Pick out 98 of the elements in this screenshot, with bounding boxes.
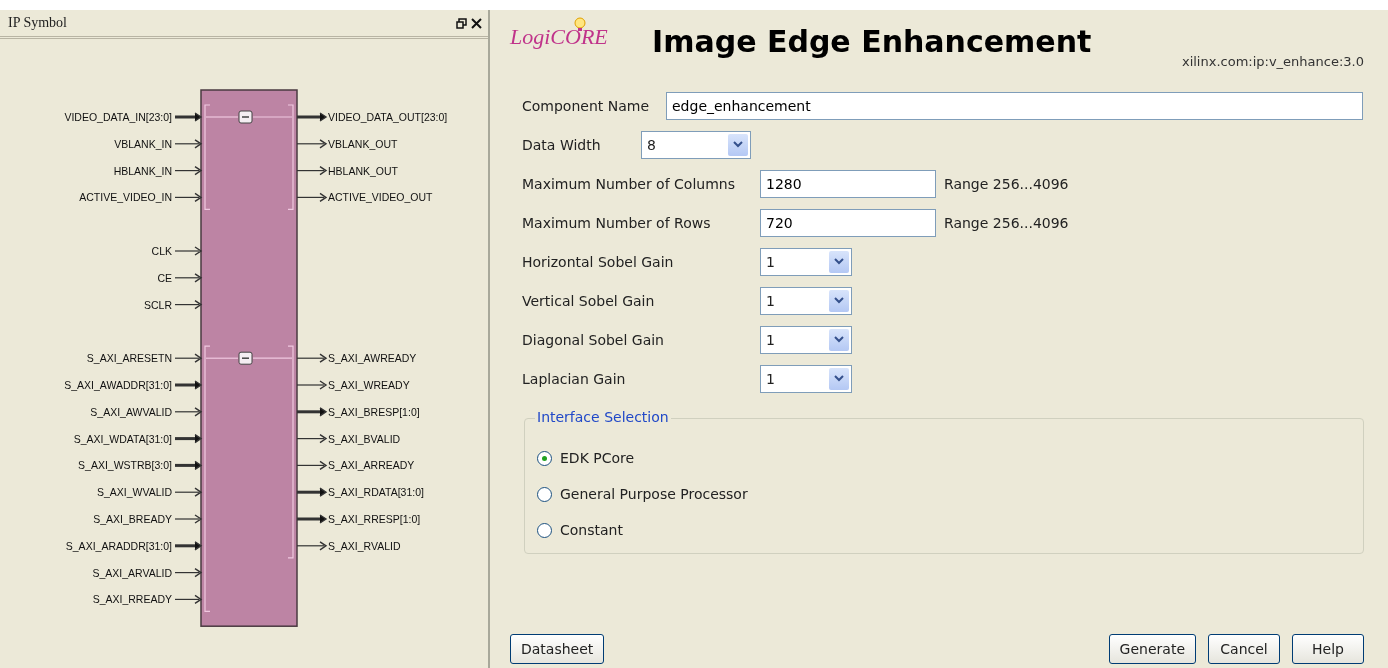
pin-label: S_AXI_AWREADY [328, 352, 417, 365]
input-field[interactable]: 1280 [760, 169, 936, 198]
pin-label: S_AXI_WREADY [328, 379, 410, 391]
group-title: Interface Selection [535, 409, 671, 425]
field-label: Diagonal Sobel Gain [522, 331, 665, 348]
field-label: Maximum Number of Rows [522, 214, 712, 231]
bus-arrow [297, 514, 328, 524]
pin-arrow [174, 139, 203, 149]
bus-arrow [175, 541, 203, 551]
pin-label: S_AXI_ARESETN [86, 352, 172, 365]
range-text: Range 256...4096 [944, 214, 1069, 231]
pin-label: ACTIVE_VIDEO_IN [79, 191, 172, 204]
pin-label: S_AXI_BRESP[1:0] [328, 405, 420, 418]
field-label: Laplacian Gain [522, 370, 627, 387]
pin-arrow [296, 380, 328, 390]
field-label: Maximum Number of Columns [522, 175, 736, 192]
pin-label: S_AXI_ARADDR[31:0] [65, 539, 172, 552]
pin-label: S_AXI_WDATA[31:0] [73, 432, 172, 445]
dropdown[interactable]: 8 [641, 130, 751, 159]
lightbulb-icon [572, 16, 588, 32]
pin-arrow [296, 541, 328, 551]
pin-arrow [296, 139, 328, 149]
pin-arrow [174, 487, 203, 497]
collapse-icon[interactable] [238, 351, 253, 365]
logo: LogiCORE [510, 24, 620, 50]
dialog-button[interactable]: Cancel [1208, 634, 1280, 664]
pin-label: S_AXI_AWVALID [90, 405, 172, 418]
component-name-field[interactable]: edge_enhancement [666, 91, 1363, 120]
pin-label: S_AXI_RVALID [328, 539, 401, 552]
bus-arrow [175, 112, 203, 122]
bus-arrow [175, 460, 203, 471]
radio-option[interactable]: EDK PCore [537, 447, 1351, 469]
pin-arrow [296, 433, 328, 444]
input-field[interactable]: 720 [760, 208, 936, 237]
dropdown-chevron-icon [834, 258, 844, 265]
pin-arrow [174, 594, 203, 605]
pin-label: S_AXI_RREADY [92, 593, 172, 606]
pin-arrow [174, 246, 203, 256]
bus-arrow [297, 487, 328, 497]
dropdown-chevron-icon [733, 141, 743, 148]
pin-label: S_AXI_WSTRB[3:0] [78, 459, 172, 472]
pin-label: VBLANK_OUT [328, 137, 398, 150]
pin-label: S_AXI_ARREADY [328, 459, 415, 472]
pin-label: SCLR [144, 298, 172, 311]
bus-arrow [175, 380, 203, 390]
pin-label: VIDEO_DATA_IN[23:0] [64, 111, 172, 123]
close-icon[interactable] [471, 17, 482, 29]
bus-arrow [175, 433, 203, 444]
pin-label: S_AXI_WVALID [96, 486, 172, 499]
dropdown[interactable]: 1 [760, 325, 852, 354]
dropdown-chevron-icon [834, 336, 844, 343]
field-label: Vertical Sobel Gain [522, 292, 656, 309]
bus-arrow [297, 112, 328, 122]
field-label: Horizontal Sobel Gain [522, 253, 675, 270]
radio-option[interactable]: General Purpose Processor [537, 483, 1351, 505]
pin-arrow [296, 192, 328, 203]
pin-label: HBLANK_IN [113, 164, 172, 177]
pin-arrow [296, 353, 328, 363]
pin-arrow [174, 514, 203, 524]
dialog-button[interactable]: Generate [1108, 634, 1196, 664]
pin-label: S_AXI_BREADY [93, 513, 172, 525]
pin-arrow [174, 407, 203, 417]
pin-label: ACTIVE_VIDEO_OUT [328, 191, 433, 204]
pin-arrow [174, 353, 203, 363]
field-label: Data Width [522, 136, 602, 153]
pin-label: S_AXI_RDATA[31:0] [328, 486, 424, 499]
version-text: xilinx.com:ip:v_enhance:3.0 [1181, 54, 1364, 69]
collapse-icon[interactable] [238, 110, 253, 124]
pin-arrow [174, 165, 203, 176]
dialog-title: Image Edge Enhancement [652, 24, 1092, 59]
bus-arrow [297, 407, 328, 417]
pin-arrow [174, 192, 203, 203]
pin-label: S_AXI_BVALID [328, 432, 401, 445]
pin-label: VIDEO_DATA_OUT[23:0] [328, 111, 448, 123]
dropdown[interactable]: 1 [760, 247, 852, 276]
dropdown[interactable]: 1 [760, 364, 852, 393]
radio-option[interactable]: Constant [537, 519, 1351, 541]
pin-arrow [174, 273, 203, 283]
range-text: Range 256...4096 [944, 175, 1069, 192]
pin-label: S_AXI_ARVALID [92, 566, 172, 579]
dialog-button[interactable]: Help [1292, 634, 1364, 664]
datasheet-button[interactable]: Datasheet [510, 634, 605, 664]
pin-label: S_AXI_RRESP[1:0] [328, 513, 421, 525]
dropdown-chevron-icon [834, 375, 844, 382]
restore-icon[interactable] [456, 17, 467, 29]
pin-arrow [296, 165, 328, 176]
pin-label: S_AXI_AWADDR[31:0] [64, 379, 172, 391]
pin-label: HBLANK_OUT [328, 164, 399, 177]
pin-arrow [174, 299, 203, 310]
dropdown[interactable]: 1 [760, 286, 852, 315]
pin-arrow [296, 460, 328, 471]
field-label: Component Name [522, 97, 651, 114]
panel-title: IP Symbol [8, 15, 67, 31]
pin-arrow [174, 567, 203, 578]
dropdown-chevron-icon [834, 297, 844, 304]
pin-label: CLK [151, 245, 172, 257]
pin-label: CE [157, 271, 172, 284]
pin-label: VBLANK_IN [114, 137, 172, 150]
